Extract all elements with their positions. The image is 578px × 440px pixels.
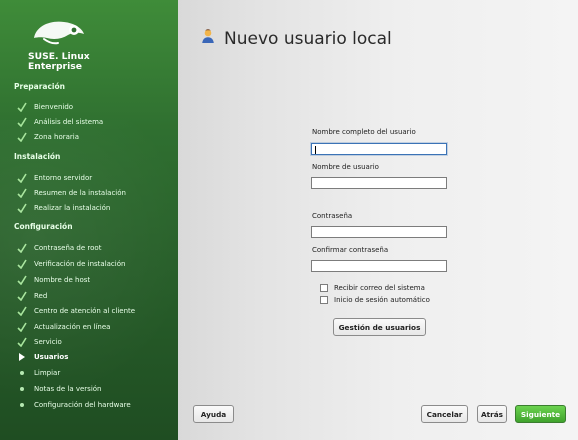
- user-management-button-label: Gestión de usuarios: [338, 322, 421, 332]
- sidebar-item-limpiar: Limpiar: [16, 369, 60, 377]
- username-input[interactable]: [311, 177, 447, 189]
- check-icon: [16, 243, 28, 253]
- main-panel: [178, 0, 578, 440]
- sidebar-section-instalacion: Instalación: [14, 152, 61, 161]
- full-name-label: Nombre completo del usuario: [312, 128, 416, 136]
- username-label: Nombre de usuario: [312, 163, 379, 171]
- back-button[interactable]: Atrás: [477, 405, 507, 423]
- sidebar-item-red: Red: [16, 291, 47, 301]
- installer-sidebar: SUSE. Linux Enterprise Preparación Bienv…: [0, 0, 178, 440]
- sidebar-item-label: Notas de la versión: [34, 385, 102, 393]
- text-caret: [315, 146, 316, 154]
- autologin-checkbox[interactable]: Inicio de sesión automático: [320, 296, 430, 304]
- brand-line-2: Enterprise: [28, 61, 82, 72]
- check-icon: [16, 188, 28, 198]
- sidebar-item-label: Bienvenido: [34, 103, 74, 111]
- sidebar-item-entorno-servidor: Entorno servidor: [16, 173, 92, 183]
- page-title: Nuevo usuario local: [200, 28, 392, 49]
- sidebar-item-analisis-sistema: Análisis del sistema: [16, 117, 103, 127]
- check-icon: [16, 259, 28, 269]
- brand-text: SUSE. Linux Enterprise: [28, 52, 90, 72]
- sidebar-item-zona-horaria: Zona horaria: [16, 132, 79, 142]
- check-icon: [16, 322, 28, 332]
- check-icon: [16, 337, 28, 347]
- sidebar-item-usuarios: Usuarios: [16, 352, 68, 362]
- back-button-label: Atrás: [480, 409, 503, 419]
- autologin-label: Inicio de sesión automático: [334, 296, 430, 304]
- next-button-label: Siguiente: [520, 409, 561, 419]
- bullet-icon: [16, 371, 28, 375]
- page-title-text: Nuevo usuario local: [224, 28, 392, 49]
- bullet-icon: [16, 387, 28, 391]
- sidebar-item-label: Zona horaria: [34, 133, 80, 141]
- arrow-right-icon: [16, 352, 28, 362]
- checkbox-box[interactable]: [320, 296, 328, 304]
- sidebar-item-label: Configuración del hardware: [34, 401, 131, 409]
- sidebar-item-contrasena-root: Contraseña de root: [16, 243, 101, 253]
- sidebar-item-verificacion-instalacion: Verificación de instalación: [16, 259, 125, 269]
- receive-mail-label: Recibir correo del sistema: [334, 284, 425, 292]
- sidebar-item-label: Contraseña de root: [34, 244, 102, 252]
- password-input[interactable]: [311, 226, 447, 238]
- check-icon: [16, 102, 28, 112]
- bullet-icon: [16, 403, 28, 407]
- check-icon: [16, 117, 28, 127]
- check-icon: [16, 291, 28, 301]
- confirm-password-input[interactable]: [311, 260, 447, 272]
- installer-window: SUSE. Linux Enterprise Preparación Bienv…: [0, 0, 578, 440]
- sidebar-item-servicio: Servicio: [16, 337, 62, 347]
- sidebar-item-label: Centro de atención al cliente: [34, 307, 136, 315]
- sidebar-item-label: Nombre de host: [34, 276, 91, 284]
- full-name-input[interactable]: [311, 143, 447, 155]
- cancel-button-label: Cancelar: [426, 409, 463, 419]
- sidebar-item-nombre-host: Nombre de host: [16, 275, 90, 285]
- sidebar-item-label: Análisis del sistema: [34, 118, 104, 126]
- sidebar-item-label: Realizar la instalación: [34, 204, 111, 212]
- check-icon: [16, 275, 28, 285]
- next-button[interactable]: Siguiente: [515, 405, 566, 423]
- sidebar-item-realizar-instalacion: Realizar la instalación: [16, 203, 110, 213]
- help-button[interactable]: Ayuda: [193, 405, 234, 423]
- password-label: Contraseña: [312, 212, 353, 220]
- confirm-password-label: Confirmar contraseña: [312, 246, 389, 254]
- sidebar-item-label: Usuarios: [34, 353, 69, 361]
- sidebar-item-label: Resumen de la instalación: [34, 189, 126, 197]
- user-icon: [200, 28, 216, 49]
- check-icon: [16, 173, 28, 183]
- cancel-button[interactable]: Cancelar: [421, 405, 468, 423]
- sidebar-item-actualizacion-en-linea: Actualización en línea: [16, 322, 110, 332]
- sidebar-item-label: Limpiar: [34, 369, 61, 377]
- sidebar-item-label: Verificación de instalación: [34, 260, 126, 268]
- checkbox-box[interactable]: [320, 284, 328, 292]
- check-icon: [16, 306, 28, 316]
- check-icon: [16, 132, 28, 142]
- sidebar-section-preparacion: Preparación: [14, 82, 65, 91]
- suse-logo: [28, 16, 88, 51]
- sidebar-item-notas-version: Notas de la versión: [16, 385, 102, 393]
- sidebar-item-label: Actualización en línea: [34, 323, 111, 331]
- sidebar-item-label: Red: [34, 292, 48, 300]
- sidebar-item-label: Entorno servidor: [34, 174, 93, 182]
- help-button-label: Ayuda: [200, 409, 227, 419]
- sidebar-section-configuracion: Configuración: [14, 222, 73, 231]
- user-management-button[interactable]: Gestión de usuarios: [333, 318, 426, 336]
- receive-mail-checkbox[interactable]: Recibir correo del sistema: [320, 284, 425, 292]
- sidebar-item-configuracion-hardware: Configuración del hardware: [16, 401, 131, 409]
- sidebar-item-bienvenido: Bienvenido: [16, 102, 73, 112]
- check-icon: [16, 203, 28, 213]
- sidebar-item-label: Servicio: [34, 338, 62, 346]
- sidebar-item-centro-atencion-cliente: Centro de atención al cliente: [16, 306, 135, 316]
- sidebar-item-resumen-instalacion: Resumen de la instalación: [16, 188, 126, 198]
